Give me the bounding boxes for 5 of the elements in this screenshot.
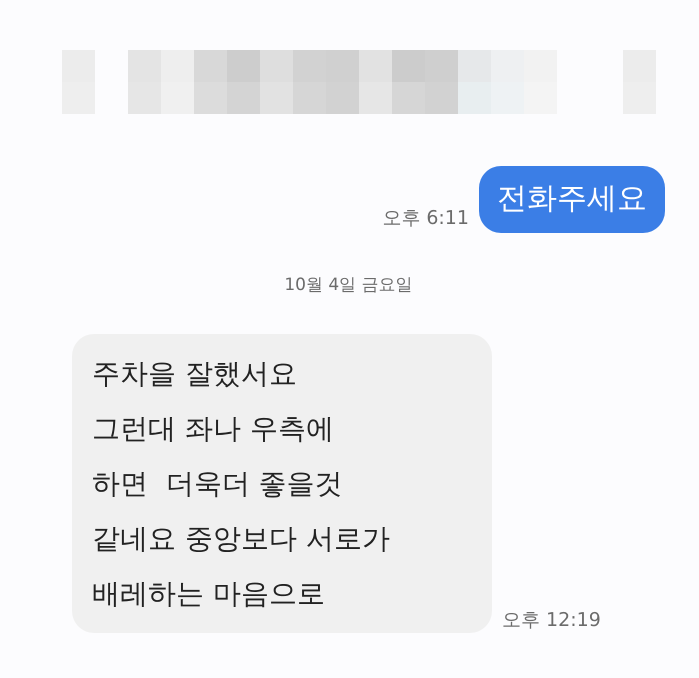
message-time: 오후 12:19 (502, 608, 601, 633)
message-time: 오후 6:11 (382, 206, 469, 231)
received-message-bubble: 주차을 잘했서요 그런대 좌나 우측에 하면 더욱더 좋을것 같네요 중앙보다 서로가 배레하는 마음으로 (72, 334, 492, 633)
sent-message-bubble: 전화주세요 (479, 166, 665, 233)
date-divider: 10월 4일 금요일 (284, 274, 413, 296)
